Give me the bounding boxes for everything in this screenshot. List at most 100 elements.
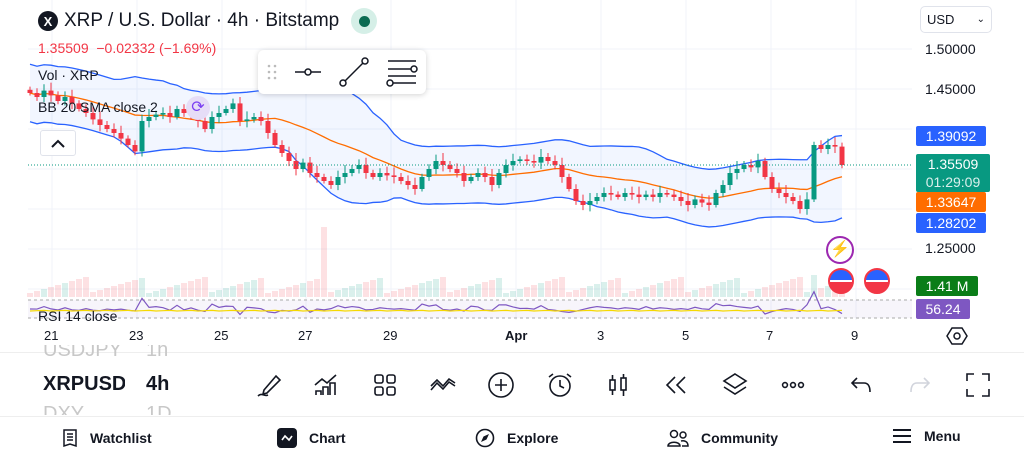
candle-body: [412, 185, 418, 189]
us-event-flag-icon[interactable]: [864, 268, 890, 294]
volume-bar: [174, 285, 180, 297]
replay-button[interactable]: [661, 370, 691, 400]
volume-bar: [769, 285, 775, 297]
more-button[interactable]: [778, 370, 808, 400]
redo-icon: [910, 377, 931, 393]
line-settings-icon[interactable]: [385, 57, 418, 87]
redo-button[interactable]: [905, 370, 935, 400]
time-tick: 5: [682, 328, 690, 343]
volume-bar: [664, 281, 670, 297]
nav-community[interactable]: Community: [667, 428, 778, 448]
nav-explore[interactable]: Explore: [475, 428, 558, 448]
candle-body: [643, 194, 649, 197]
volume-bar: [783, 281, 789, 297]
candle-body: [244, 119, 250, 121]
volume-bar: [762, 287, 768, 297]
chevron-up-icon: [51, 139, 65, 148]
candle-body: [825, 145, 831, 149]
volume-bar: [615, 278, 621, 297]
candle-body: [531, 161, 537, 163]
collapse-legend-button[interactable]: [40, 130, 76, 156]
alert-button[interactable]: [545, 370, 575, 400]
volume-bar: [258, 278, 264, 297]
candle-body: [664, 193, 670, 195]
symbol-picker[interactable]: USDJPY 1h XRPUSD 4h DXY 1D: [40, 345, 180, 415]
horizontal-line-icon[interactable]: [294, 62, 322, 82]
bb-legend[interactable]: BB 20 SMA close 2: [38, 99, 158, 115]
candle-body: [769, 177, 775, 189]
layouts-button[interactable]: [370, 370, 400, 400]
volume-bar: [286, 287, 292, 297]
time-tick: 25: [214, 328, 229, 343]
volume-bar: [223, 288, 229, 297]
tf-prev[interactable]: 1h: [146, 345, 168, 362]
currency-select[interactable]: USD ⌄: [920, 6, 992, 33]
candle-body: [776, 189, 782, 193]
candle-body: [349, 169, 355, 173]
price-tick: 1.45000: [925, 81, 976, 97]
nav-menu[interactable]: Menu: [892, 428, 961, 444]
time-tick: 7: [766, 328, 774, 343]
candle-body: [97, 119, 103, 125]
indicators-button[interactable]: [311, 370, 341, 400]
rsi-band: [28, 300, 912, 318]
chart-type-button[interactable]: [603, 370, 633, 400]
volume-bar: [146, 293, 152, 297]
trend-line-icon[interactable]: [338, 57, 369, 87]
fullscreen-button[interactable]: [963, 370, 993, 400]
drag-handle-icon[interactable]: [267, 63, 277, 81]
volume-bar: [552, 279, 558, 297]
candle-body: [237, 103, 243, 121]
nav-label: Menu: [924, 428, 961, 444]
candle-body: [41, 90, 47, 97]
candle-body: [545, 157, 551, 161]
volume-bar: [818, 288, 824, 297]
volume-bar: [48, 287, 54, 297]
xrp-logo-icon: X: [38, 11, 58, 31]
rewind-icon: [665, 376, 686, 394]
lightning-event-icon[interactable]: ⚡: [826, 236, 854, 264]
volume-bar: [524, 287, 530, 297]
undo-icon: [850, 377, 871, 393]
candle-body: [272, 133, 278, 145]
symbol-prev[interactable]: USDJPY: [43, 345, 122, 362]
undo-button[interactable]: [846, 370, 876, 400]
us-event-flag-icon[interactable]: [828, 268, 854, 294]
nav-label: Watchlist: [90, 430, 152, 446]
volume-bar: [573, 290, 579, 297]
fullscreen-icon: [966, 373, 990, 397]
tf-next[interactable]: 1D: [146, 403, 172, 415]
volume-bar: [706, 286, 712, 297]
candle-body: [601, 193, 607, 197]
nav-chart[interactable]: Chart: [277, 428, 346, 448]
symbol-current[interactable]: XRPUSD: [43, 373, 125, 396]
candle-body: [216, 113, 222, 117]
symbol-next[interactable]: DXY: [43, 403, 84, 415]
refresh-icon[interactable]: ⟳: [186, 96, 210, 120]
symbol-title[interactable]: X XRP / U.S. Dollar · 4h · Bitstamp: [38, 8, 378, 34]
volume-bar: [468, 286, 474, 297]
volume-bar: [293, 285, 299, 297]
candle-body: [678, 197, 684, 201]
candle-body: [384, 173, 390, 176]
volume-legend[interactable]: Vol · XRP: [38, 67, 99, 83]
tf-current[interactable]: 4h: [146, 373, 169, 396]
drawing-tools-button[interactable]: [254, 370, 284, 400]
candle-body: [608, 193, 614, 195]
volume-bar: [545, 281, 551, 297]
candle-body: [482, 173, 488, 177]
volume-bar: [594, 284, 600, 297]
nav-watchlist[interactable]: Watchlist: [62, 428, 152, 448]
layers-button[interactable]: [720, 370, 750, 400]
candle-body: [755, 161, 761, 168]
chevron-down-icon: ⌄: [976, 14, 985, 25]
time-tick: 3: [597, 328, 605, 343]
candle-body: [342, 173, 348, 177]
volume-bar: [713, 284, 719, 297]
time-tick: 23: [129, 328, 144, 343]
add-button[interactable]: [486, 370, 516, 400]
candle-body: [503, 165, 509, 173]
templates-button[interactable]: [428, 370, 458, 400]
rsi-legend[interactable]: RSI 14 close: [38, 308, 117, 321]
chart-settings-icon[interactable]: [946, 325, 968, 347]
